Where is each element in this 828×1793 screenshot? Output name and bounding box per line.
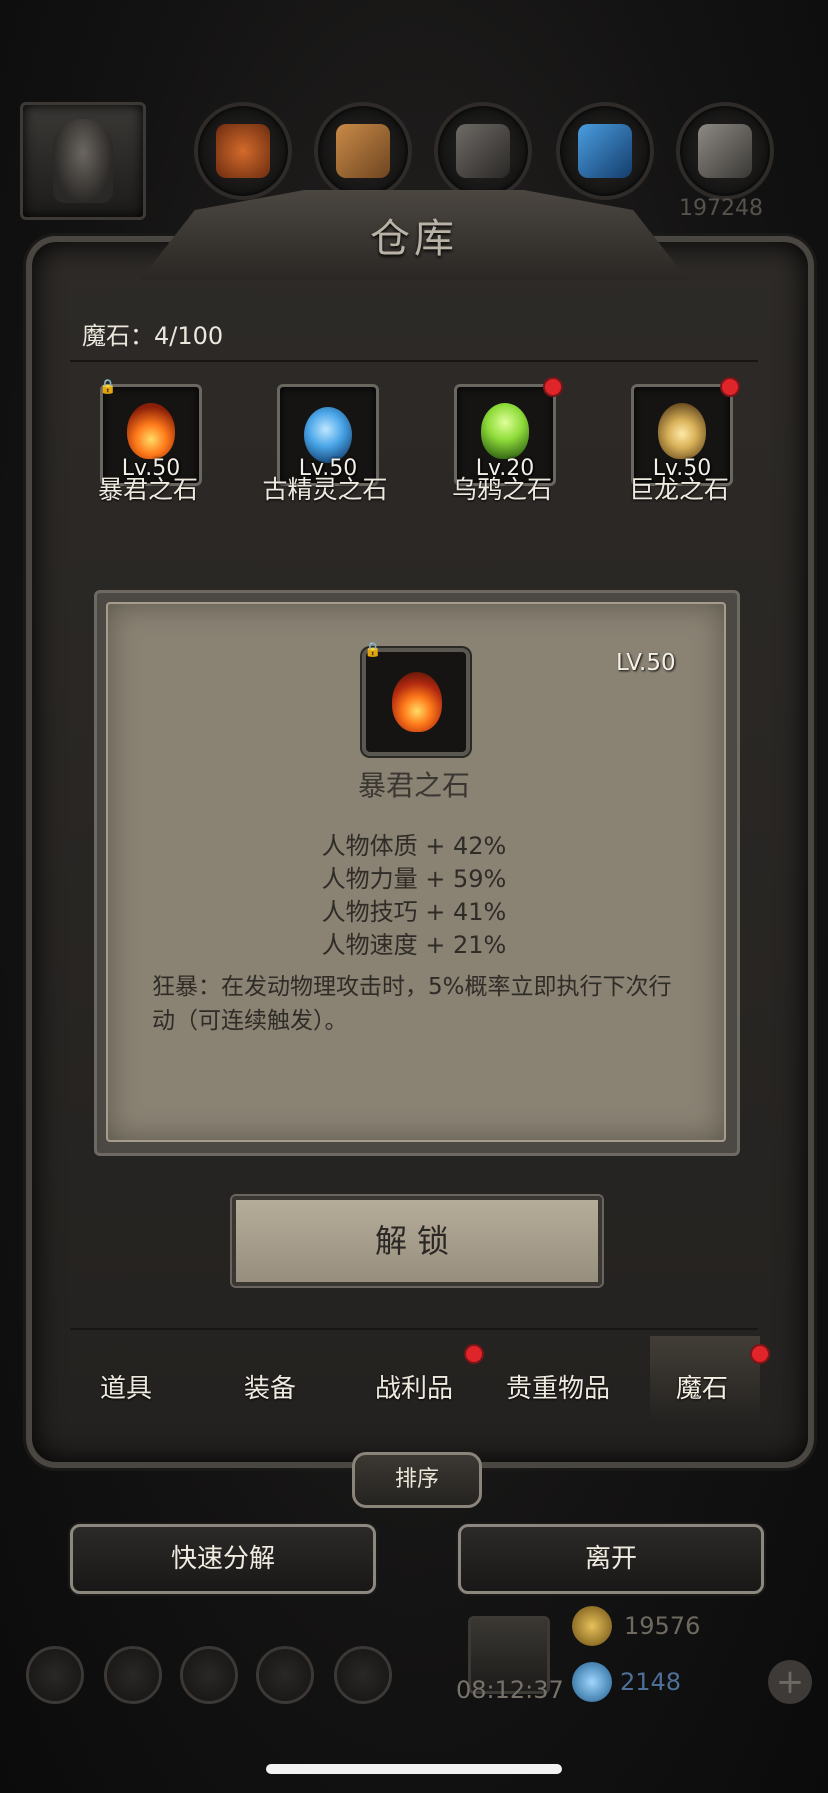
stone-name: 古精灵之石 (262, 475, 388, 504)
divider (70, 1328, 758, 1330)
shop-icon[interactable] (334, 1646, 392, 1704)
tyrant-stone-icon: 🔒 (362, 642, 470, 756)
notification-dot (543, 377, 563, 397)
map-icon[interactable] (180, 1646, 238, 1704)
stat-line: 人物力量 + 59% (321, 865, 507, 893)
stone-name: 暴君之石 (97, 475, 198, 504)
add-currency-button[interactable]: + (768, 1660, 812, 1704)
notification-dot (750, 1344, 770, 1364)
detail-level: LV.50 (616, 650, 676, 676)
quick-decompose-button[interactable]: 快速分解 (70, 1524, 376, 1594)
page-title: 仓库 (370, 216, 458, 262)
tyrant-stone-icon (127, 403, 175, 459)
gem-icon (572, 1662, 612, 1702)
gold-amount: 19576 (624, 1612, 701, 1640)
tab-magic-stones[interactable]: 魔石 (632, 1368, 772, 1405)
detail-stone-name: 暴君之石 (357, 769, 470, 802)
gold-coin-icon (572, 1606, 612, 1646)
stone-name: 乌鸦之石 (451, 475, 552, 504)
magic-stone-counter: 魔石：4/100 (82, 322, 224, 350)
notification-dot (720, 377, 740, 397)
hero-portrait (53, 119, 113, 203)
stat-line: 人物速度 + 21% (321, 931, 507, 959)
sort-button[interactable]: 排序 (352, 1452, 482, 1508)
stone-resource-icon (434, 102, 532, 200)
divider (70, 360, 758, 362)
stone-name: 巨龙之石 (628, 475, 729, 504)
achievement-icon[interactable] (104, 1646, 162, 1704)
lock-icon: 🔒 (99, 379, 117, 395)
home-indicator[interactable] (266, 1764, 562, 1774)
stat-line: 人物技巧 + 41% (321, 898, 507, 926)
hero-avatar[interactable] (20, 102, 146, 220)
mail-icon[interactable] (256, 1646, 314, 1704)
crow-stone-icon (481, 403, 529, 459)
stat-line: 人物体质 + 42% (321, 832, 507, 860)
gem-amount: 2148 (620, 1668, 682, 1696)
crystal-resource-icon (556, 102, 654, 200)
dragon-stone-icon (658, 403, 706, 459)
tab-valuables[interactable]: 贵重物品 (488, 1368, 628, 1405)
leave-button[interactable]: 离开 (458, 1524, 764, 1594)
notification-dot (464, 1344, 484, 1364)
tab-loot[interactable]: 战利品 (344, 1368, 484, 1405)
gift-timer: 08:12:37 (456, 1676, 564, 1704)
wood-resource-icon (314, 102, 412, 200)
iron-resource-icon (676, 102, 774, 200)
ancient-elf-stone-icon (304, 407, 352, 463)
skill-description: 狂暴：在发动物理攻击时，5%概率立即执行下次行动（可连续触发）。 (152, 974, 672, 1034)
meat-resource-icon (194, 102, 292, 200)
tab-items[interactable]: 道具 (56, 1368, 196, 1405)
unlock-button[interactable]: 解锁 (232, 1196, 602, 1286)
lock-icon: 🔒 (364, 642, 382, 658)
settings-icon[interactable] (26, 1646, 84, 1704)
tab-equipment[interactable]: 装备 (200, 1368, 340, 1405)
